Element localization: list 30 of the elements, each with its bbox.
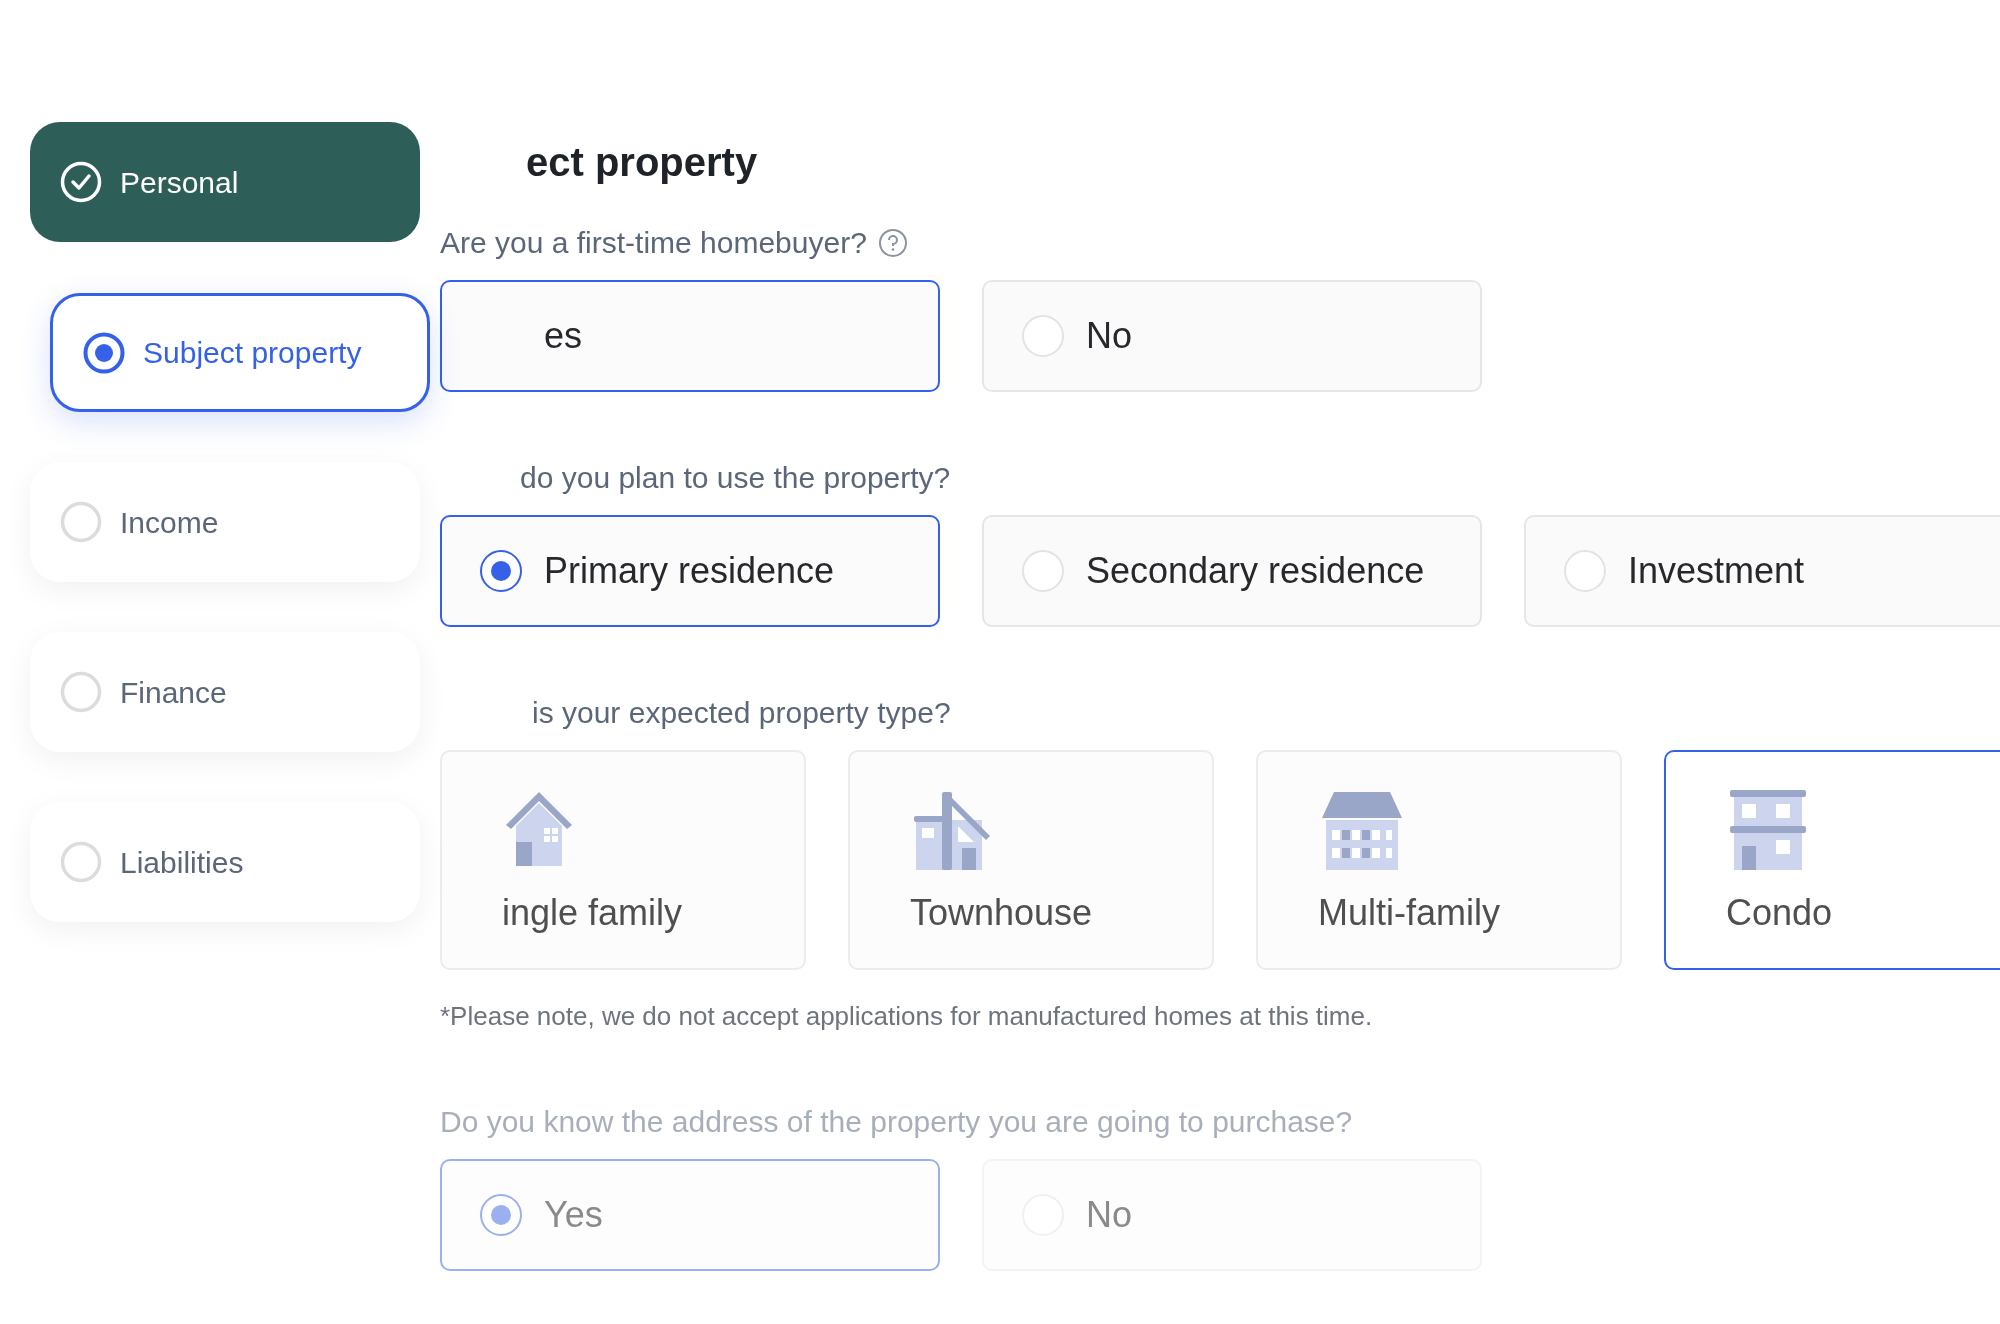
property-type-tile[interactable]: Multi-family [1256, 750, 1622, 970]
house-icon [504, 790, 574, 866]
radio-selected-icon [83, 331, 125, 374]
note-text: *Please note, we do not accept applications for manufactured homes at this time. [440, 1000, 1374, 1033]
step-item[interactable]: Personal [30, 122, 420, 242]
page-heading: ect property [525, 139, 759, 186]
radio-empty-icon [60, 501, 102, 543]
radio-option[interactable]: Primary residence [440, 515, 940, 627]
condo-building-icon [1728, 790, 1808, 870]
radio-option[interactable]: No [982, 280, 1482, 392]
property-type-tile[interactable]: Condo [1664, 750, 2000, 970]
step-item[interactable]: Liabilities [30, 802, 420, 922]
step-item[interactable]: Income [30, 462, 420, 582]
property-type-tile[interactable]: Townhouse [848, 750, 1214, 970]
apartment-building-icon [1320, 790, 1404, 870]
help-icon[interactable] [878, 229, 907, 257]
radio-empty-icon [60, 671, 102, 713]
question-text: Do you know the address of the property you are going to purchase? [440, 1104, 1353, 1140]
townhouse-icon [912, 790, 992, 870]
check-circle-icon [60, 161, 102, 203]
property-type-tile[interactable]: ingle family [440, 750, 806, 970]
radio-option[interactable]: es [440, 280, 940, 392]
question-text: do you plan to use the property? [520, 460, 951, 496]
radio-empty-icon [60, 841, 102, 883]
step-item[interactable]: Finance [30, 632, 420, 752]
radio-option[interactable]: Secondary residence [982, 515, 1482, 627]
step-item[interactable]: Subject property [50, 293, 430, 412]
radio-option[interactable]: Investment [1524, 515, 2000, 627]
question-text: Are you a first-time homebuyer? [440, 225, 867, 261]
question-text: is your expected property type? [532, 695, 951, 731]
